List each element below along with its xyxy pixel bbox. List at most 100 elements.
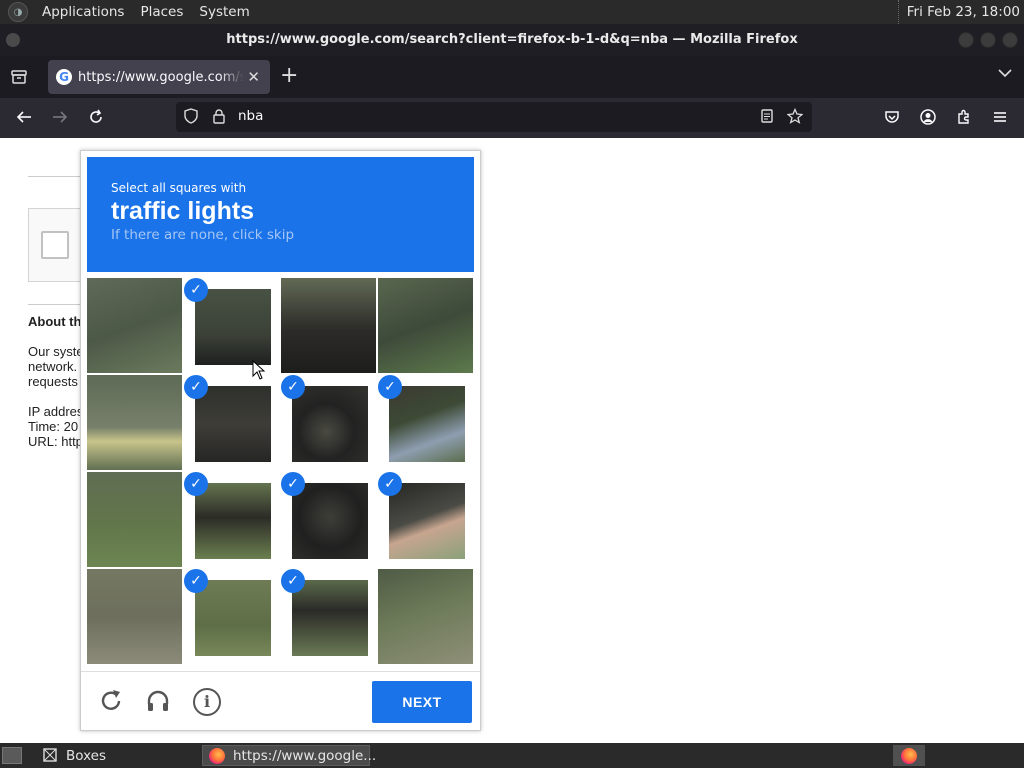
challenge-instruction: Select all squares with [111, 181, 247, 195]
tracking-shield-icon[interactable] [182, 108, 200, 126]
recaptcha-challenge: Select all squares with traffic lights I… [80, 150, 481, 731]
distro-logo-icon[interactable]: ◑ [8, 2, 28, 22]
taskbar-item-firefox[interactable]: https://www.google... [202, 745, 376, 766]
firefox-icon [209, 747, 225, 764]
firefox-view-icon[interactable] [10, 68, 28, 86]
url-line: URL: http [28, 434, 83, 449]
bookmark-star-icon[interactable] [786, 107, 804, 126]
grid-tile-r4c4[interactable] [378, 569, 473, 664]
grid-tile-r2c1[interactable] [87, 375, 182, 470]
grid-tile-r4c2[interactable]: ✓ [184, 569, 279, 664]
url-bar[interactable]: nba [176, 102, 812, 132]
window-menu-icon[interactable] [6, 33, 20, 47]
selected-check-icon: ✓ [184, 278, 208, 302]
window-title: https://www.google.com/search?client=fir… [226, 32, 798, 47]
grid-tile-r3c3[interactable]: ✓ [281, 472, 376, 567]
taskbar-label: https://www.google... [233, 747, 377, 764]
window-titlebar: https://www.google.com/search?client=fir… [0, 24, 1024, 56]
applications-menu[interactable]: Applications [34, 4, 132, 20]
reload-page-icon[interactable] [86, 108, 106, 128]
grid-tile-r1c3[interactable] [281, 278, 376, 373]
selected-check-icon: ✓ [184, 569, 208, 593]
about-heading: About th [28, 314, 82, 329]
places-menu[interactable]: Places [132, 4, 191, 20]
divider [28, 304, 88, 305]
hamburger-menu-icon[interactable] [990, 108, 1010, 128]
tile-image [292, 483, 368, 559]
headphones-icon[interactable] [144, 688, 172, 716]
grid-tile-r2c2[interactable]: ✓ [184, 375, 279, 470]
tab-close-icon[interactable]: ✕ [247, 68, 260, 86]
new-tab-button[interactable]: + [280, 64, 298, 88]
back-icon[interactable] [14, 108, 34, 128]
mouse-cursor-icon [252, 359, 266, 380]
tile-image [87, 569, 182, 664]
grid-tile-r4c3[interactable]: ✓ [281, 569, 376, 664]
challenge-footer: i NEXT [81, 671, 480, 731]
selected-check-icon: ✓ [281, 569, 305, 593]
tile-image [87, 375, 182, 470]
text-line: network. [28, 359, 78, 374]
minimize-button[interactable] [958, 32, 974, 48]
reload-icon[interactable] [97, 688, 125, 716]
tile-image [378, 569, 473, 664]
navigation-toolbar: nba [0, 98, 1024, 138]
reader-view-icon[interactable] [758, 108, 776, 126]
panel-clock[interactable]: Fri Feb 23, 18:00 [897, 0, 1020, 24]
selected-check-icon: ✓ [184, 472, 208, 496]
grid-tile-r3c2[interactable]: ✓ [184, 472, 279, 567]
pocket-icon[interactable] [882, 108, 902, 128]
grid-tile-r2c3[interactable]: ✓ [281, 375, 376, 470]
next-button[interactable]: NEXT [372, 681, 472, 723]
extensions-icon[interactable] [954, 108, 974, 128]
info-icon[interactable]: i [193, 688, 221, 716]
tile-image [195, 386, 271, 462]
request-details: IP addres Time: 20 URL: http [28, 404, 83, 449]
tab-google-search[interactable]: G https://www.google.com/search?client=f… [48, 60, 270, 94]
grid-tile-r1c4[interactable] [378, 278, 473, 373]
lock-icon[interactable] [210, 108, 228, 126]
show-desktop-icon[interactable] [2, 747, 22, 764]
time-line: Time: 20 [28, 419, 79, 434]
list-all-tabs-icon[interactable] [998, 66, 1012, 82]
tab-title: https://www.google.com/search?client=fir… [78, 69, 244, 85]
top-panel: ◑ Applications Places System Fri Feb 23,… [0, 0, 1024, 24]
grid-tile-r2c4[interactable]: ✓ [378, 375, 473, 470]
tile-image [195, 483, 271, 559]
challenge-header: Select all squares with traffic lights I… [87, 157, 474, 272]
tile-image [292, 386, 368, 462]
image-grid: ✓ ✓ ✓ ✓ ✓ ✓ ✓ ✓ ✓ [87, 278, 474, 664]
close-window-button[interactable] [1002, 32, 1018, 48]
tile-image [389, 386, 465, 462]
bottom-taskbar: Boxes https://www.google... [0, 743, 1024, 768]
grid-tile-r4c1[interactable] [87, 569, 182, 664]
tile-image [87, 472, 182, 567]
recaptcha-anchor [28, 208, 88, 282]
grid-tile-r1c1[interactable] [87, 278, 182, 373]
challenge-target: traffic lights [111, 197, 255, 225]
maximize-button[interactable] [980, 32, 996, 48]
tile-image [195, 580, 271, 656]
tile-image [281, 278, 376, 373]
selected-check-icon: ✓ [378, 472, 402, 496]
selected-check-icon: ✓ [281, 472, 305, 496]
url-input[interactable]: nba [238, 108, 263, 124]
tile-image [389, 483, 465, 559]
divider [28, 176, 88, 177]
grid-tile-r3c1[interactable] [87, 472, 182, 567]
selected-check-icon: ✓ [378, 375, 402, 399]
system-menu[interactable]: System [191, 4, 257, 20]
taskbar-item-boxes[interactable]: Boxes [36, 745, 196, 766]
tab-bar: G https://www.google.com/search?client=f… [0, 56, 1024, 98]
ip-address-line: IP addres [28, 404, 84, 419]
forward-icon[interactable] [50, 108, 70, 128]
tile-image [292, 580, 368, 656]
recaptcha-checkbox[interactable] [41, 231, 69, 259]
text-line: Our syste [28, 344, 84, 359]
grid-tile-r1c2[interactable]: ✓ [184, 278, 279, 373]
account-icon[interactable] [918, 108, 938, 128]
tray-firefox-icon[interactable] [893, 745, 925, 766]
grid-tile-r3c4[interactable]: ✓ [378, 472, 473, 567]
taskbar-label: Boxes [66, 747, 107, 764]
text-line: requests [28, 374, 78, 389]
